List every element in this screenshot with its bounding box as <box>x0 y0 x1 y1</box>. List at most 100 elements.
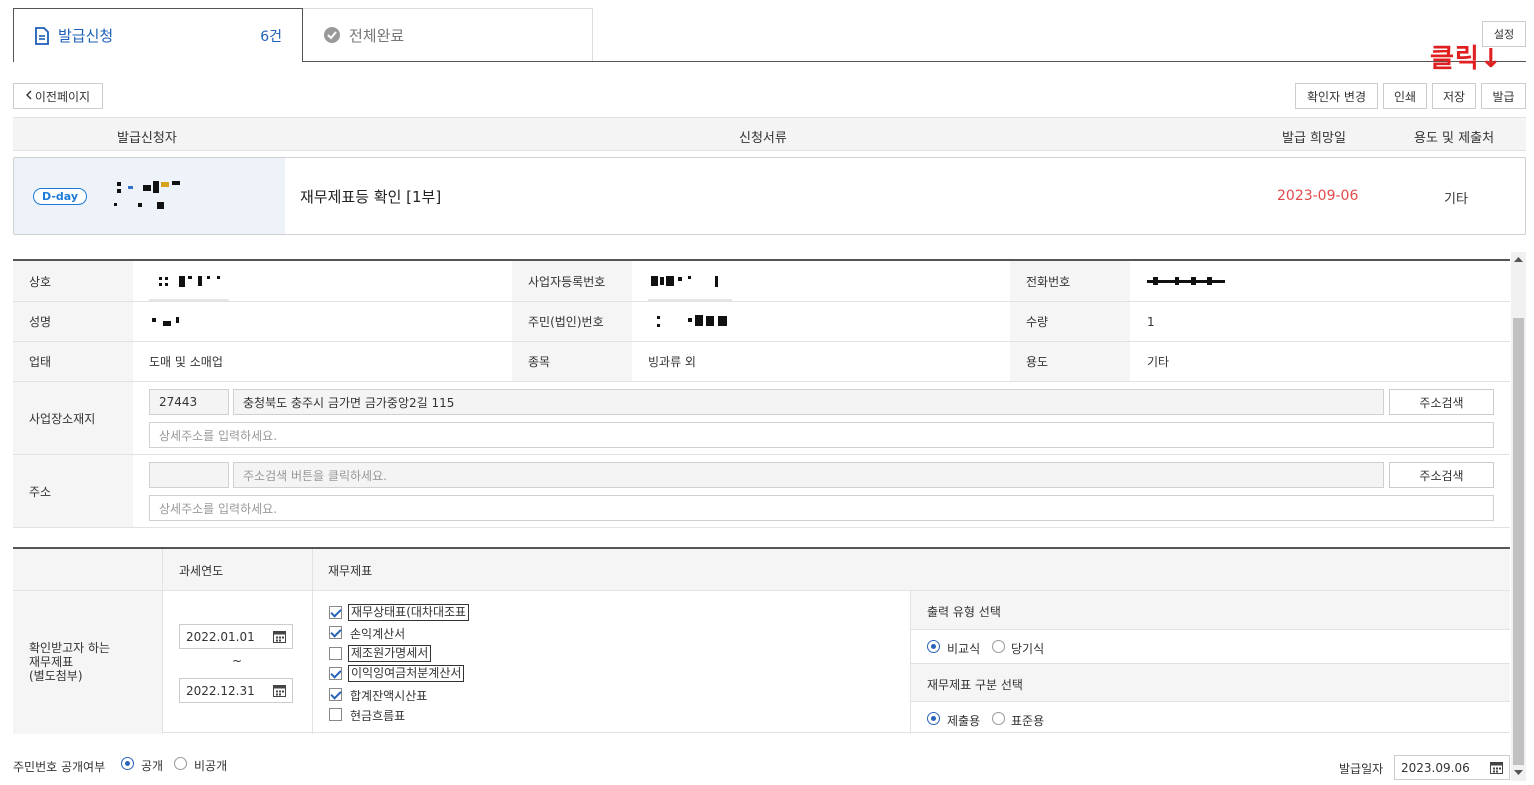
header-documents: 신청서류 <box>739 131 787 146</box>
issue-button[interactable]: 발급 <box>1481 83 1526 109</box>
label-income-statement: 손익계산서 <box>350 627 406 641</box>
address-input[interactable]: 주소검색 버튼을 클릭하세요. <box>233 462 1384 488</box>
radio-nondisclose[interactable] <box>174 757 187 770</box>
request-list-header: 발급신청자 신청서류 발급 희망일 용도 및 제출처 <box>13 117 1526 151</box>
output-options: 출력 유형 선택 비교식 당기식 재무제표 구분 선택 제출용 표준용 <box>911 591 1510 734</box>
year-cell: 2022.01.01 ~ 2022.12.31 <box>163 591 313 734</box>
workplace-detail-input[interactable]: 상세주소를 입력하세요. <box>149 422 1494 448</box>
item-label: 종목 <box>512 342 632 381</box>
radio-current-period[interactable] <box>992 640 1005 653</box>
purpose-info-value: 기타 <box>1147 355 1170 369</box>
quantity-label: 수량 <box>1010 302 1130 341</box>
resident-no-value <box>648 302 1028 341</box>
category-title: 재무제표 구분 선택 <box>911 663 1510 702</box>
statement-header: 재무제표 <box>313 549 1510 591</box>
request-row[interactable]: D-day 재무제표등 확인 [1부] 2023-09-06 기타 <box>13 157 1526 235</box>
scrollbar-thumb[interactable] <box>1513 318 1524 765</box>
phone-label: 전화번호 <box>1010 261 1130 301</box>
checkbox-cash-flow[interactable] <box>329 708 342 721</box>
address-detail-input[interactable]: 상세주소를 입력하세요. <box>149 495 1494 521</box>
save-button[interactable]: 저장 <box>1432 83 1476 109</box>
address-search-button[interactable]: 주소검색 <box>1389 462 1494 488</box>
address-row: 주소 주소검색 버튼을 클릭하세요. 주소검색 상세주소를 입력하세요. <box>13 455 1510 528</box>
purpose-value: 기타 <box>1444 192 1468 207</box>
label-comparative: 비교식 <box>947 642 981 656</box>
tab-count: 6건 <box>260 28 282 45</box>
scroll-down-icon[interactable] <box>1514 770 1523 776</box>
workplace-address-input[interactable]: 충청북도 충주시 금가면 금가중앙2길 115 <box>233 389 1384 415</box>
company-value <box>149 261 529 301</box>
radio-submission[interactable] <box>927 712 940 725</box>
disclosure-label: 주민번호 공개여부 <box>13 760 106 774</box>
workplace-address-search-button[interactable]: 주소검색 <box>1389 389 1494 415</box>
info-row: 성명 주민(법인)번호 수량 1 <box>13 302 1510 342</box>
phone-value <box>1147 261 1507 301</box>
print-button[interactable]: 인쇄 <box>1383 83 1427 109</box>
desired-date: 2023-09-06 <box>1277 188 1359 204</box>
workplace-label: 사업장소재지 <box>13 382 133 454</box>
checkbox-balance-sheet[interactable] <box>329 606 342 619</box>
applicant-cell: D-day <box>14 158 285 234</box>
checkbox-cost-statement[interactable] <box>329 647 342 660</box>
vertical-scrollbar[interactable] <box>1511 252 1526 781</box>
name-value <box>149 302 529 341</box>
calendar-icon[interactable] <box>1490 761 1503 777</box>
document-icon <box>34 26 50 45</box>
tab-all-complete[interactable]: 전체완료 <box>303 8 593 62</box>
click-annotation: 클릭↓ <box>1430 44 1503 74</box>
change-checker-button[interactable]: 확인자 변경 <box>1295 83 1378 109</box>
header-applicant: 발급신청자 <box>117 131 177 146</box>
item-value: 빙과류 외 <box>648 355 696 369</box>
dday-badge: D-day <box>33 188 87 205</box>
biz-no-label: 사업자등록번호 <box>512 261 632 301</box>
financial-statement-table: 과세연도 재무제표 확인받고자 하는 재무제표 (별도첨부) 2022.01.0… <box>13 547 1510 734</box>
label-standard: 표준용 <box>1011 714 1045 728</box>
workplace-row: 사업장소재지 27443 충청북도 충주시 금가면 금가중앙2길 115 주소검… <box>13 382 1510 455</box>
date-from-input[interactable]: 2022.01.01 <box>179 624 293 649</box>
label-submission: 제출용 <box>947 714 981 728</box>
business-info-table: 상호 사업자등록번호 전화번호 성명 주민(법인)번호 수량 1 업태 도매 및… <box>13 259 1510 528</box>
requested-document: 재무제표등 확인 [1부] <box>300 188 442 206</box>
statement-row-label: 확인받고자 하는 재무제표 (별도첨부) <box>13 591 163 734</box>
output-type-title: 출력 유형 선택 <box>911 591 1510 630</box>
tab-issue-request[interactable]: 발급신청 6건 <box>13 8 303 62</box>
label-current-period: 당기식 <box>1011 642 1045 656</box>
calendar-icon[interactable] <box>273 630 286 646</box>
date-to-input[interactable]: 2022.12.31 <box>179 678 293 703</box>
biz-no-value <box>648 261 1028 301</box>
calendar-icon[interactable] <box>273 684 286 700</box>
statement-checklist: 재무상태표(대차대조표 손익계산서 제조원가명세서 이익잉여금처분계산서 합계잔… <box>313 591 911 734</box>
checkbox-retained-earnings[interactable] <box>329 667 342 680</box>
business-type-label: 업태 <box>13 342 133 381</box>
scroll-up-icon[interactable] <box>1514 256 1523 262</box>
date-separator: ~ <box>232 654 243 668</box>
tab-label: 전체완료 <box>349 26 405 45</box>
label-cost-statement: 제조원가명세서 <box>348 645 432 662</box>
tab-divider <box>303 61 1526 62</box>
header-purpose: 용도 및 제출처 <box>1414 131 1495 146</box>
back-label: 이전페이지 <box>34 89 91 104</box>
info-row: 상호 사업자등록번호 전화번호 <box>13 261 1510 302</box>
info-row: 업태 도매 및 소매업 종목 빙과류 외 용도 기타 <box>13 342 1510 382</box>
resident-no-label: 주민(법인)번호 <box>512 302 632 341</box>
workplace-zip-input[interactable]: 27443 <box>149 389 229 415</box>
label-trial-balance: 합계잔액시산표 <box>350 689 428 703</box>
checkbox-trial-balance[interactable] <box>329 688 342 701</box>
back-button[interactable]: 이전페이지 <box>13 83 103 109</box>
label-cash-flow: 현금흐름표 <box>350 709 406 723</box>
radio-disclose[interactable] <box>121 757 134 770</box>
address-label: 주소 <box>13 455 133 527</box>
issue-date-input[interactable]: 2023.09.06 <box>1394 755 1510 780</box>
purpose-label: 용도 <box>1010 342 1130 381</box>
radio-comparative[interactable] <box>927 640 940 653</box>
checkbox-income-statement[interactable] <box>329 626 342 639</box>
header-desired-date: 발급 희망일 <box>1282 131 1346 146</box>
label-retained-earnings: 이익잉여금처분계산서 <box>348 665 465 682</box>
address-zip-input[interactable] <box>149 462 229 488</box>
issue-date-label: 발급일자 <box>1339 762 1384 776</box>
quantity-value: 1 <box>1147 314 1155 329</box>
year-header: 과세연도 <box>163 549 313 591</box>
radio-standard[interactable] <box>992 712 1005 725</box>
name-label: 성명 <box>13 302 133 341</box>
label-disclose: 공개 <box>141 759 164 773</box>
